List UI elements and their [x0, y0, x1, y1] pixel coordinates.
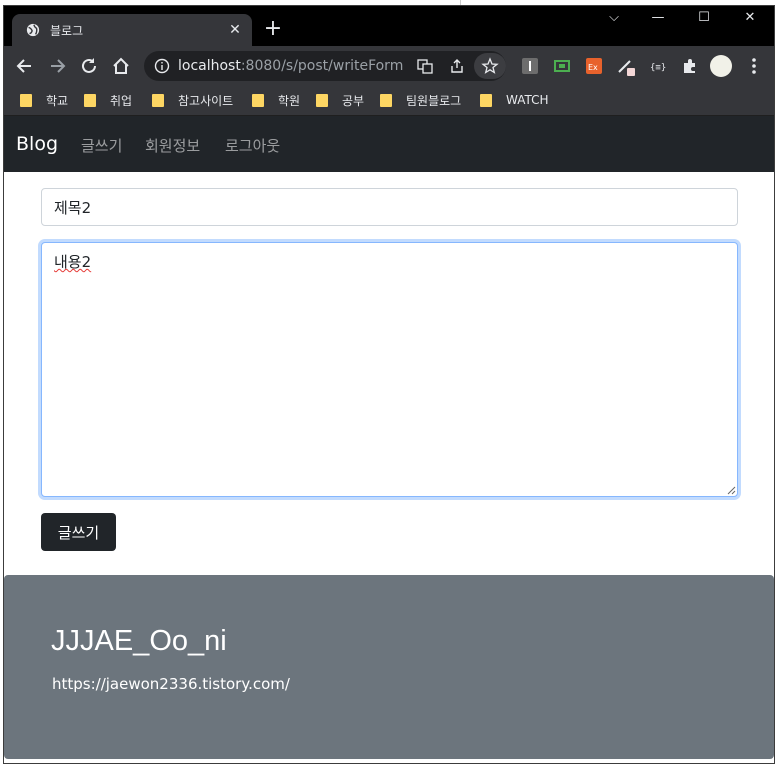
- folder-icon: [20, 93, 32, 107]
- content-textarea[interactable]: 내용2: [41, 242, 738, 497]
- url-path: :8080/s/post/writeForm: [240, 58, 404, 74]
- forward-arrow-icon[interactable]: [44, 53, 70, 79]
- bookmark-label: 학교: [46, 93, 69, 108]
- folder-icon: [380, 93, 392, 107]
- submit-write-button[interactable]: 글쓰기: [41, 513, 116, 551]
- brand-link[interactable]: Blog: [16, 133, 58, 155]
- svg-text:Ex: Ex: [588, 63, 598, 72]
- bookmark-label: 팀원블로그: [406, 93, 462, 108]
- nav-logout[interactable]: 로그아웃: [225, 135, 280, 156]
- folder-icon: [480, 93, 492, 107]
- bookmark-star-button[interactable]: [474, 53, 506, 79]
- translate-icon[interactable]: [416, 57, 434, 75]
- new-tab-button[interactable]: +: [262, 18, 284, 40]
- back-arrow-icon[interactable]: [12, 53, 38, 79]
- folder-icon: [84, 93, 96, 107]
- bookmarks-bar: 학교 취업 참고사이트 학원 공부 팀원블로그 WATCH: [4, 85, 774, 116]
- web-page: Blog 글쓰기 회원정보 로그아웃 내용2 글쓰기 JJJAE_Oo_ni h…: [4, 116, 774, 763]
- folder-icon: [152, 93, 164, 107]
- extension-pen-icon[interactable]: [616, 56, 636, 76]
- extension-json-icon[interactable]: {≡}: [648, 56, 668, 76]
- bookmark-watch[interactable]: WATCH: [480, 90, 549, 110]
- site-footer: JJJAE_Oo_ni https://jaewon2336.tistory.c…: [4, 575, 774, 759]
- tab-strip: 블로그 ✕ + ⌵ — ☐ ✕: [4, 6, 774, 46]
- extension-ex-icon[interactable]: Ex: [584, 56, 604, 76]
- folder-icon: [316, 93, 328, 107]
- url-text: localhost:8080/s/post/writeForm: [178, 58, 403, 74]
- browser-toolbar: localhost:8080/s/post/writeForm Ex {≡}: [4, 46, 774, 85]
- bookmark-study[interactable]: 공부: [316, 90, 364, 110]
- bookmark-team-blogs[interactable]: 팀원블로그: [380, 90, 461, 110]
- minimize-button[interactable]: —: [636, 10, 680, 36]
- reload-icon[interactable]: [76, 53, 102, 79]
- nav-write[interactable]: 글쓰기: [81, 135, 122, 156]
- bookmark-label: WATCH: [506, 93, 549, 107]
- nav-user-info[interactable]: 회원정보: [145, 135, 200, 156]
- tab-search-chevron-icon[interactable]: ⌵: [592, 10, 636, 36]
- svg-text:{≡}: {≡}: [650, 63, 666, 73]
- content-text: 내용2: [54, 253, 92, 271]
- url-host: localhost: [178, 58, 241, 74]
- folder-icon: [252, 93, 264, 107]
- bookmark-label: 참고사이트: [178, 93, 234, 108]
- footer-title: JJJAE_Oo_ni: [51, 625, 227, 657]
- bookmark-label: 취업: [110, 93, 133, 108]
- footer-link[interactable]: https://jaewon2336.tistory.com/: [52, 675, 290, 693]
- bookmark-school[interactable]: 학교: [20, 90, 68, 110]
- profile-avatar[interactable]: [710, 55, 732, 77]
- title-input[interactable]: [41, 188, 738, 226]
- site-info-icon[interactable]: [154, 58, 170, 74]
- close-window-button[interactable]: ✕: [728, 10, 772, 36]
- bookmark-label: 공부: [342, 93, 365, 108]
- extensions-puzzle-icon[interactable]: [680, 56, 700, 76]
- tab-title: 블로그: [50, 24, 84, 38]
- bookmark-jobs[interactable]: 취업: [84, 90, 132, 110]
- bookmark-references[interactable]: 참고사이트: [152, 90, 233, 110]
- globe-icon: [26, 23, 40, 37]
- home-icon[interactable]: [108, 53, 134, 79]
- star-icon: [481, 57, 499, 74]
- browser-window: 블로그 ✕ + ⌵ — ☐ ✕ localhost:8080/s/post/wr…: [3, 5, 775, 764]
- extension-reader-icon[interactable]: [520, 56, 540, 76]
- bookmark-label: 학원: [278, 93, 301, 108]
- resize-handle-icon[interactable]: [727, 486, 736, 495]
- bookmark-academy[interactable]: 학원: [252, 90, 300, 110]
- browser-tab[interactable]: 블로그 ✕: [12, 14, 252, 46]
- more-menu-icon[interactable]: [744, 56, 764, 76]
- address-bar[interactable]: localhost:8080/s/post/writeForm: [144, 51, 506, 81]
- maximize-button[interactable]: ☐: [682, 10, 726, 36]
- share-icon[interactable]: [448, 57, 466, 75]
- site-navbar: Blog 글쓰기 회원정보 로그아웃: [4, 116, 774, 172]
- extension-green-icon[interactable]: [552, 56, 572, 76]
- tab-close-icon[interactable]: ✕: [226, 21, 244, 39]
